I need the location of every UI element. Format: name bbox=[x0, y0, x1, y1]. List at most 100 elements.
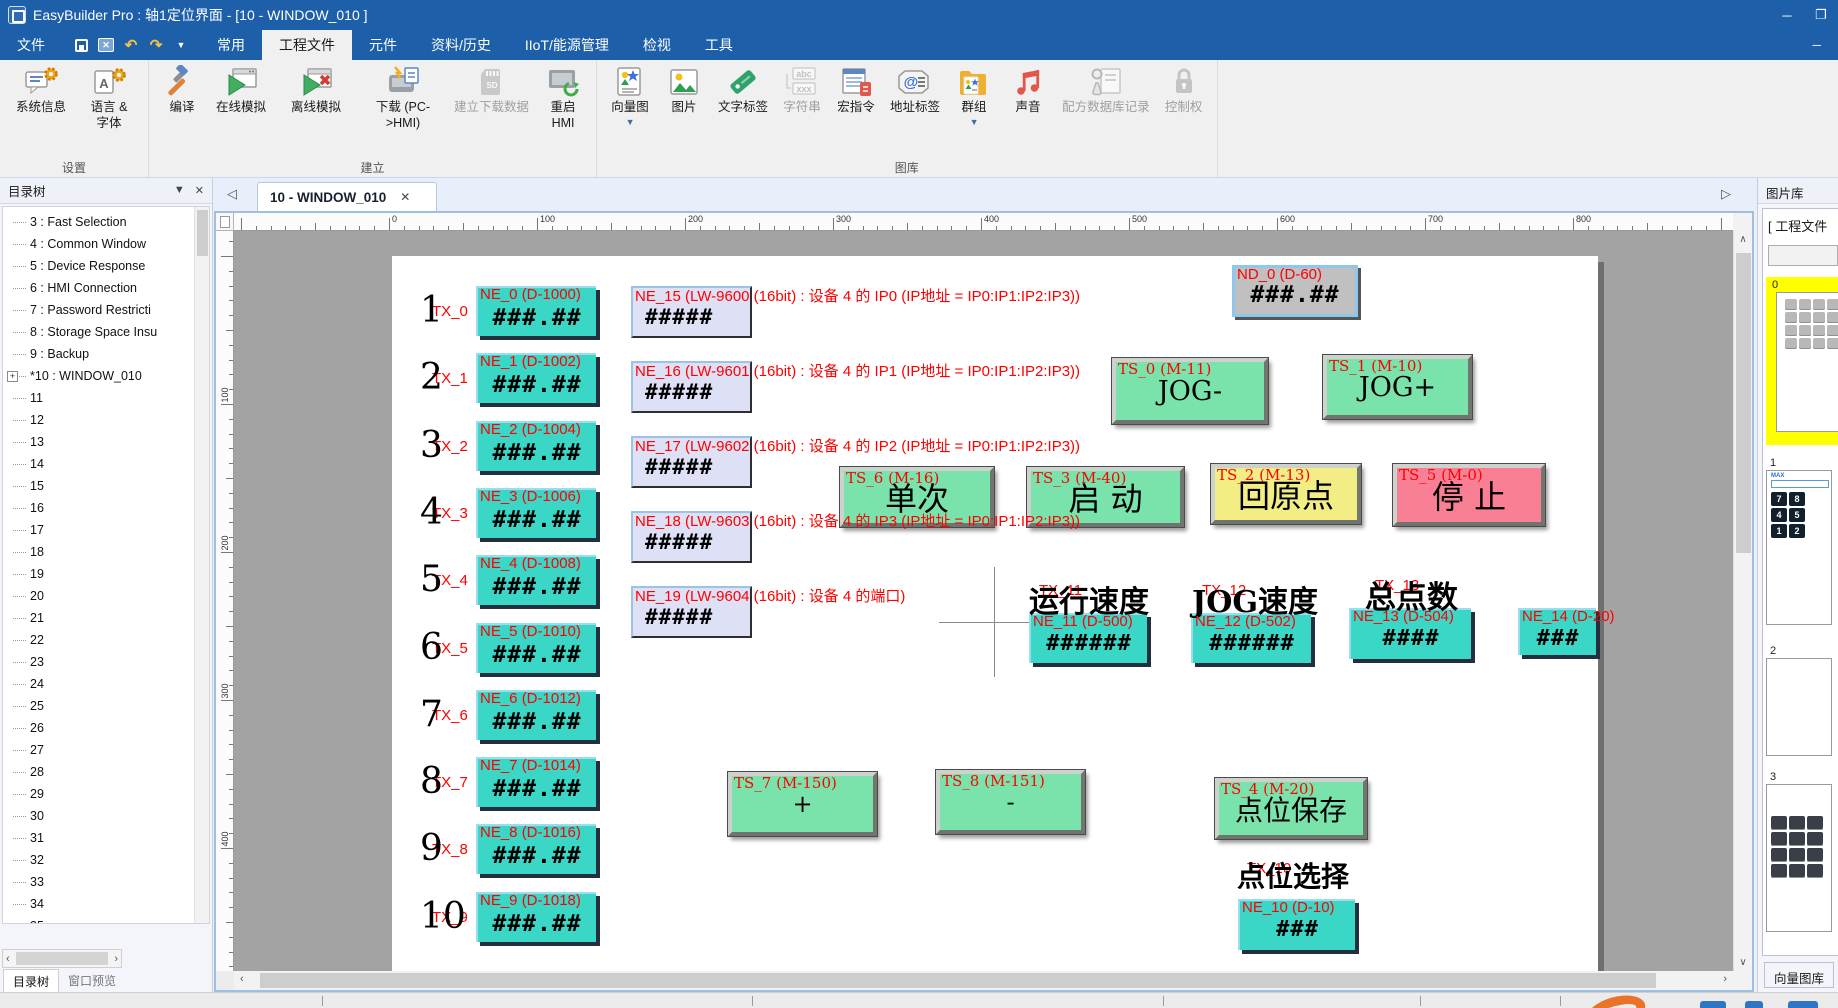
total-points-display[interactable]: NE_13 (D-504) #### bbox=[1349, 608, 1471, 659]
tree-item[interactable]: + 3 : Fast Selection bbox=[3, 211, 193, 233]
group-library-button[interactable]: 群组 ▼ bbox=[947, 63, 1001, 157]
menu-file[interactable]: 文件 bbox=[0, 30, 62, 60]
picture-library-button[interactable]: 图片 bbox=[657, 63, 711, 157]
language-font-button[interactable]: A 语言 & 字体 bbox=[76, 63, 142, 157]
macro-button[interactable]: 宏指令 bbox=[829, 63, 883, 157]
tab-vector-library[interactable]: 向量图库 bbox=[1764, 962, 1834, 988]
expand-icon[interactable]: + bbox=[7, 371, 18, 382]
menu-tab-tool[interactable]: 工具 bbox=[688, 30, 750, 60]
window-close-icon[interactable]: ✕ bbox=[97, 37, 115, 53]
restore-button[interactable]: ❐ bbox=[1804, 0, 1838, 30]
library-item-1[interactable]: 1 MAX 784512 bbox=[1766, 457, 1838, 639]
axis-number-text[interactable]: 4 bbox=[420, 492, 443, 533]
tree-item[interactable]: + *10 : WINDOW_010 bbox=[3, 365, 193, 387]
tree-item[interactable]: + 28 bbox=[3, 761, 193, 783]
tree-item[interactable]: + 7 : Password Restricti bbox=[3, 299, 193, 321]
tree-item[interactable]: + 12 bbox=[3, 409, 193, 431]
menu-tab-project[interactable]: 工程文件 bbox=[262, 30, 352, 60]
point-select-label[interactable]: TX_10 点位选择 bbox=[1237, 855, 1349, 895]
tree-item[interactable]: + 15 bbox=[3, 475, 193, 497]
tree-item[interactable]: + 21 bbox=[3, 607, 193, 629]
tree-item[interactable]: + 6 : HMI Connection bbox=[3, 277, 193, 299]
scroll-right-icon[interactable]: › bbox=[1723, 973, 1727, 985]
home-button[interactable]: TS_2 (M-13) 回原点 bbox=[1211, 464, 1361, 524]
tree-item[interactable]: + 14 bbox=[3, 453, 193, 475]
tree-item[interactable]: + 22 bbox=[3, 629, 193, 651]
decrement-button[interactable]: TS_8 (M-151) - bbox=[936, 770, 1085, 834]
numeric-display[interactable]: NE_8 (D-1016) ###.## bbox=[476, 824, 596, 874]
scroll-left-icon[interactable]: ‹ bbox=[3, 953, 13, 965]
scroll-left-icon[interactable]: ‹ bbox=[240, 973, 244, 985]
design-canvas[interactable]: TX_0 1 NE_0 (D-1000) ###.## TX_1 2 bbox=[234, 231, 1733, 971]
undo-icon[interactable]: ↶ bbox=[122, 37, 140, 53]
numeric-display[interactable]: NE_5 (D-1010) ###.## bbox=[476, 623, 596, 673]
canvas-vscrollbar[interactable]: ∧ ∨ bbox=[1733, 231, 1752, 971]
online-simulation-button[interactable]: 在线模拟 bbox=[209, 63, 273, 157]
numeric-display[interactable]: NE_1 (D-1002) ###.## bbox=[476, 353, 596, 403]
tree-item[interactable]: + 31 bbox=[3, 827, 193, 849]
minimize-button[interactable]: ─ bbox=[1770, 0, 1804, 30]
numeric-display[interactable]: NE_9 (D-1018) ###.## bbox=[476, 892, 596, 942]
point-select-display[interactable]: NE_10 (D-10) ### bbox=[1238, 899, 1355, 950]
axis-number-text[interactable]: 9 bbox=[420, 828, 443, 869]
numeric-display[interactable]: NE_0 (D-1000) ###.## bbox=[476, 286, 596, 336]
tree-item[interactable]: + 26 bbox=[3, 717, 193, 739]
download-button[interactable]: 下载 (PC->HMI) bbox=[359, 63, 447, 157]
tree-item[interactable]: + 8 : Storage Space Insu bbox=[3, 321, 193, 343]
menu-tab-view[interactable]: 检视 bbox=[626, 30, 688, 60]
tree-hscrollbar[interactable]: ‹ › bbox=[2, 949, 122, 968]
ribbon-collapse-button[interactable]: ─ bbox=[1795, 30, 1838, 60]
tree-item[interactable]: + 11 bbox=[3, 387, 193, 409]
chevron-down-icon[interactable]: ▼ bbox=[970, 117, 979, 129]
close-icon[interactable]: ✕ bbox=[400, 190, 410, 204]
tree-item[interactable]: + 18 bbox=[3, 541, 193, 563]
tab-window-preview[interactable]: 窗口预览 bbox=[59, 969, 125, 992]
reboot-hmi-button[interactable]: 重启 HMI bbox=[536, 63, 590, 157]
jog-minus-button[interactable]: TS_0 (M-11) JOG- bbox=[1112, 358, 1268, 424]
axis-number-text[interactable]: 5 bbox=[420, 559, 443, 600]
numeric-display[interactable]: NE_3 (D-1006) ###.## bbox=[476, 488, 596, 538]
numeric-display[interactable]: NE_4 (D-1008) ###.## bbox=[476, 555, 596, 605]
axis-number-text[interactable]: 6 bbox=[420, 627, 443, 668]
scroll-right-icon[interactable]: › bbox=[111, 953, 121, 965]
tree-item[interactable]: + 20 bbox=[3, 585, 193, 607]
tree-item[interactable]: + 29 bbox=[3, 783, 193, 805]
numeric-display[interactable]: NE_6 (D-1012) ###.## bbox=[476, 690, 596, 740]
address-tag-button[interactable]: @ 地址标签 bbox=[883, 63, 947, 157]
axis-number-text[interactable]: 10 bbox=[420, 896, 466, 937]
hmi-page[interactable]: TX_0 1 NE_0 (D-1000) ###.## TX_1 2 bbox=[392, 256, 1598, 971]
tree-item[interactable]: + 5 : Device Response bbox=[3, 255, 193, 277]
tree-item[interactable]: + 19 bbox=[3, 563, 193, 585]
tree-item[interactable]: + 23 bbox=[3, 651, 193, 673]
menu-tab-data[interactable]: 资料/历史 bbox=[414, 30, 508, 60]
tab-object-tree[interactable]: 目录树 bbox=[3, 969, 59, 992]
jog-speed-display[interactable]: NE_12 (D-502) ###### bbox=[1191, 613, 1311, 663]
jog-plus-button[interactable]: TS_1 (M-10) JOG+ bbox=[1323, 355, 1472, 419]
system-info-button[interactable]: 系统信息 bbox=[6, 63, 76, 157]
text-label-button[interactable]: 文字标签 bbox=[711, 63, 775, 157]
tree-item[interactable]: + 35 bbox=[3, 915, 193, 924]
sound-library-button[interactable]: 声音 bbox=[1001, 63, 1055, 157]
library-item-2[interactable]: 2 bbox=[1766, 645, 1838, 763]
menu-tab-common[interactable]: 常用 bbox=[200, 30, 262, 60]
numeric-display[interactable]: NE_2 (D-1004) ###.## bbox=[476, 421, 596, 471]
canvas-hscrollbar[interactable]: ‹ › bbox=[234, 971, 1733, 990]
stop-button[interactable]: TS_5 (M-0) 停 止 bbox=[1393, 464, 1545, 526]
axis-number-text[interactable]: 1 bbox=[420, 290, 443, 331]
tab-scroll-right-icon[interactable]: ▷ bbox=[1721, 186, 1731, 202]
tree-item[interactable]: + 24 bbox=[3, 673, 193, 695]
axis-number-text[interactable]: 3 bbox=[420, 425, 443, 466]
tree-item[interactable]: + 34 bbox=[3, 893, 193, 915]
increment-button[interactable]: TS_7 (M-150) + bbox=[728, 772, 877, 836]
tree-item[interactable]: + 4 : Common Window bbox=[3, 233, 193, 255]
numeric-display-nd0[interactable]: ND_0 (D-60) ###.## bbox=[1232, 265, 1358, 317]
tree-item[interactable]: + 33 bbox=[3, 871, 193, 893]
offline-simulation-button[interactable]: 离线模拟 bbox=[273, 63, 359, 157]
chevron-down-icon[interactable]: ▼ bbox=[626, 117, 635, 129]
menu-tab-iiot[interactable]: IIoT/能源管理 bbox=[508, 30, 626, 60]
axis-number-text[interactable]: 2 bbox=[420, 357, 443, 398]
tree-item[interactable]: + 16 bbox=[3, 497, 193, 519]
library-dropdown[interactable] bbox=[1768, 245, 1838, 266]
menu-tab-object[interactable]: 元件 bbox=[352, 30, 414, 60]
shape-library-button[interactable]: 向量图 ▼ bbox=[603, 63, 657, 157]
